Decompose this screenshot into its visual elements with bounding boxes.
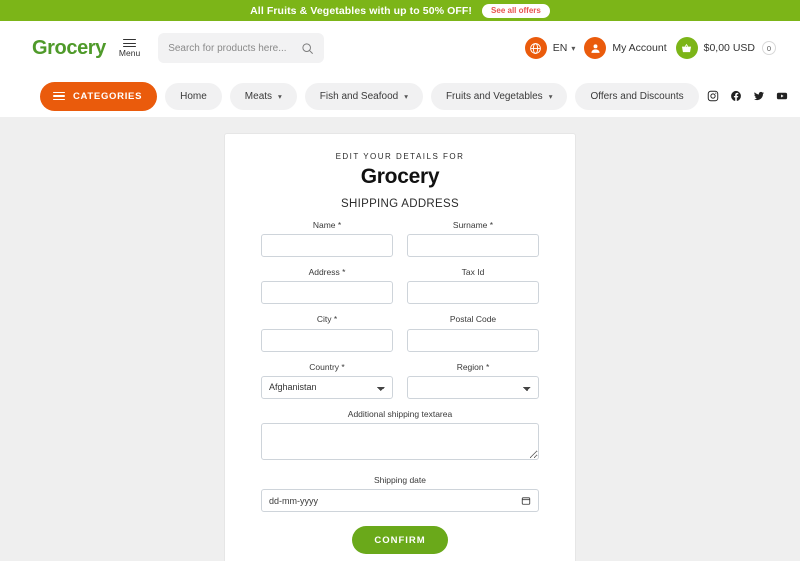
hamburger-icon — [123, 38, 137, 48]
social-links — [707, 90, 788, 102]
language-label: EN — [552, 42, 568, 54]
site-header: Grocery Menu EN ▾ — [0, 21, 800, 117]
tax-id-label: Tax Id — [461, 267, 485, 278]
name-input[interactable] — [261, 234, 393, 258]
additional-shipping-label: Additional shipping textarea — [347, 408, 453, 419]
shipping-date-input[interactable] — [261, 489, 539, 513]
search-bar[interactable] — [158, 33, 325, 63]
postal-code-input[interactable] — [407, 328, 539, 352]
field-region: Region * — [407, 362, 539, 399]
additional-shipping-textarea[interactable] — [261, 422, 539, 460]
nav-item-home[interactable]: Home — [165, 82, 222, 110]
field-additional-shipping: Additional shipping textarea — [261, 409, 539, 465]
card-subtitle: SHIPPING ADDRESS — [341, 198, 459, 210]
nav-item-label: Meats — [244, 90, 273, 102]
search-icon[interactable] — [301, 42, 314, 55]
header-actions: EN ▾ My Account $0,00 USD 0 — [524, 37, 776, 59]
nav-item-label: Home — [180, 90, 207, 102]
address-label: Address * — [308, 267, 346, 278]
site-logo[interactable]: Grocery — [32, 38, 106, 58]
field-name: Name * — [261, 220, 393, 258]
region-label: Region * — [456, 361, 490, 372]
shipping-date-wrapper: dd-mm-yyyy — [261, 489, 539, 513]
globe-icon — [524, 37, 547, 59]
shipping-address-card: EDIT YOUR DETAILS FOR Grocery SHIPPING A… — [224, 133, 576, 561]
postal-code-label: Postal Code — [449, 314, 497, 325]
search-input[interactable] — [168, 42, 302, 54]
youtube-icon[interactable] — [776, 90, 788, 102]
header-top-row: Grocery Menu EN ▾ — [0, 21, 800, 75]
user-icon — [584, 37, 607, 59]
categories-button[interactable]: CATEGORIES — [40, 81, 158, 111]
menu-toggle-button[interactable]: Menu — [119, 38, 140, 58]
city-label: City * — [316, 314, 338, 325]
row-address-taxid: Address * Tax Id — [261, 267, 539, 314]
nav-item-label: Fruits and Vegetables — [445, 90, 543, 102]
field-country: Country * Afghanistan — [261, 362, 393, 399]
nav-item-fish-and-seafood[interactable]: Fish and Seafood ▾ — [304, 82, 423, 110]
row-name-surname: Name * Surname * — [261, 220, 539, 267]
shipping-address-form: Name * Surname * Address * Tax Id City *… — [261, 220, 539, 561]
chevron-down-icon: ▾ — [548, 91, 553, 101]
cart-link[interactable]: $0,00 USD 0 — [675, 37, 776, 59]
twitter-icon[interactable] — [753, 90, 765, 102]
chevron-down-icon: ▾ — [404, 91, 408, 101]
promo-banner: All Fruits & Vegetables with up to 50% O… — [0, 0, 800, 21]
confirm-button[interactable]: CONFIRM — [352, 526, 448, 555]
cart-total: $0,00 USD — [703, 42, 755, 54]
surname-input[interactable] — [407, 234, 539, 258]
hamburger-icon — [53, 91, 65, 101]
nav-item-fruits-and-vegetables[interactable]: Fruits and Vegetables ▾ — [430, 82, 568, 110]
cart-count-badge: 0 — [762, 41, 776, 55]
field-city: City * — [261, 314, 393, 352]
field-tax-id: Tax Id — [407, 267, 539, 305]
basket-icon — [675, 37, 698, 59]
row-country-region: Country * Afghanistan Region * — [261, 362, 539, 409]
field-address: Address * — [261, 267, 393, 305]
surname-label: Surname * — [452, 220, 494, 230]
account-link[interactable]: My Account — [584, 37, 667, 59]
chevron-down-icon: ▾ — [571, 43, 576, 53]
address-input[interactable] — [261, 281, 393, 305]
field-postal-code: Postal Code — [407, 314, 539, 352]
see-all-offers-button[interactable]: See all offers — [482, 3, 550, 18]
page-body: EDIT YOUR DETAILS FOR Grocery SHIPPING A… — [0, 117, 800, 561]
row-city-postal: City * Postal Code — [261, 314, 539, 361]
shipping-date-label: Shipping date — [374, 474, 426, 485]
card-eyebrow: EDIT YOUR DETAILS FOR — [335, 152, 465, 161]
country-label: Country * — [309, 361, 345, 372]
country-select[interactable]: Afghanistan — [261, 375, 393, 399]
primary-nav: CATEGORIES Home Meats ▾ Fish and Seafood… — [0, 75, 800, 117]
instagram-icon[interactable] — [707, 90, 719, 102]
facebook-icon[interactable] — [730, 90, 742, 102]
field-shipping-date: Shipping date dd-mm-yyyy — [261, 474, 539, 513]
region-select[interactable] — [407, 375, 539, 399]
categories-label: CATEGORIES — [73, 90, 143, 102]
nav-item-label: Offers and Discounts — [590, 90, 684, 102]
account-label: My Account — [612, 42, 667, 54]
card-title: Grocery — [360, 165, 440, 188]
nav-item-offers-and-discounts[interactable]: Offers and Discounts — [575, 82, 699, 110]
nav-item-meats[interactable]: Meats ▾ — [229, 82, 297, 110]
confirm-row: CONFIRM — [261, 526, 539, 555]
city-input[interactable] — [261, 328, 393, 352]
menu-toggle-label: Menu — [118, 48, 141, 59]
name-label: Name * — [312, 220, 342, 230]
chevron-down-icon: ▾ — [278, 91, 282, 101]
language-selector[interactable]: EN ▾ — [524, 37, 576, 59]
nav-item-label: Fish and Seafood — [319, 90, 399, 102]
tax-id-input[interactable] — [407, 281, 539, 305]
field-surname: Surname * — [407, 220, 539, 258]
promo-text: All Fruits & Vegetables with up to 50% O… — [250, 4, 473, 17]
